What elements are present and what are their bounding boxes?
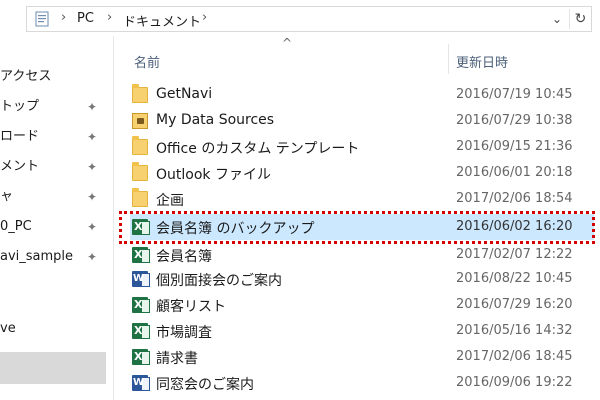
file-row[interactable]: 請求書 2017/02/06 18:45 [130,344,594,370]
pin-icon[interactable]: ✦ [87,95,97,119]
file-date: 2017/02/06 18:54 [456,191,573,206]
excel-file-icon [132,247,150,263]
folder-icon [132,188,148,207]
file-row-selected[interactable]: 会員名簿 のバックアップ 2016/06/02 16:20 [130,214,594,240]
pin-icon[interactable]: ✦ [87,155,97,179]
file-date: 2016/07/29 10:38 [456,113,573,128]
navigation-pane: アクセス トップ ✦ ロード ✦ メント ✦ ャ ✦ 0_PC ✦ avi_sa… [0,36,106,400]
nav-item-label: ャ [0,189,14,204]
pin-icon[interactable]: ✦ [87,215,97,239]
nav-item-desktop[interactable]: トップ ✦ [0,95,106,119]
nav-item-pictures[interactable]: ャ ✦ [0,185,106,209]
breadcrumb-separator-icon[interactable]: › [107,10,112,25]
nav-item-label: ve [0,321,16,336]
breadcrumb-documents[interactable]: ドキュメント [123,11,201,30]
pane-divider[interactable] [113,36,114,400]
column-resize-handle[interactable] [448,44,449,74]
file-row[interactable]: Office のカスタム テンプレート 2016/09/15 21:36 [130,134,594,160]
data-sources-folder-icon [132,113,148,129]
nav-item-label: トップ [0,99,40,114]
address-bar: › PC › ドキュメント › ⌄ ↻ [0,0,600,36]
file-name: 個別面接会のご案内 [156,273,282,289]
file-name: My Data Sources [156,112,275,128]
address-dropdown-icon[interactable]: ⌄ [547,9,567,29]
file-date: 2016/09/15 21:36 [456,139,573,154]
file-name: 同窓会のご案内 [156,377,254,393]
excel-file-icon [132,323,150,339]
file-row[interactable]: 市場調査 2016/05/16 14:32 [130,318,594,344]
file-date: 2016/07/29 16:20 [456,297,573,312]
file-row[interactable]: 顧客リスト 2016/07/29 16:20 [130,292,594,318]
nav-item-pc-folder[interactable]: 0_PC ✦ [0,215,106,239]
breadcrumb-pc[interactable]: PC [77,11,94,26]
folder-icon [132,84,148,103]
breadcrumb-separator-icon[interactable]: › [61,10,66,25]
file-date: 2016/09/06 19:22 [456,375,573,390]
nav-item-label: ロード [0,129,40,144]
nav-item-documents[interactable]: メント ✦ [0,155,106,179]
file-date: 2016/08/22 10:45 [456,271,573,286]
nav-item-label: メント [0,159,40,174]
breadcrumb-separator-icon[interactable]: › [202,10,207,25]
file-date: 2017/02/06 18:45 [456,349,573,364]
file-name: 請求書 [156,351,198,367]
nav-item-label: アクセス [0,69,52,84]
file-date: 2016/05/16 14:32 [456,323,573,338]
sort-ascending-icon[interactable]: ^ [282,36,292,50]
file-row[interactable]: 企画 2017/02/06 18:54 [130,186,594,212]
file-name: 会員名簿 [156,249,212,265]
file-name: 顧客リスト [156,299,226,315]
nav-selection-highlight [0,352,106,384]
file-name: 企画 [156,193,184,209]
refresh-icon[interactable]: ↻ [569,9,591,29]
file-name: Outlook ファイル [156,167,271,183]
column-header-name[interactable]: 名前 [134,52,160,71]
nav-item-label: avi_sample [0,249,74,264]
file-name: Office のカスタム テンプレート [156,141,360,157]
nav-item-navi-sample[interactable]: avi_sample ✦ [0,245,106,269]
file-date: 2016/06/02 16:20 [456,219,573,234]
file-row[interactable]: GetNavi 2016/07/19 10:45 [130,82,594,108]
word-file-icon [132,271,150,287]
pin-icon[interactable]: ✦ [87,245,97,269]
pin-icon[interactable]: ✦ [87,185,97,209]
file-date: 2017/02/07 12:22 [456,247,573,262]
column-header-date-modified[interactable]: 更新日時 [456,52,508,71]
file-date: 2016/07/19 10:45 [456,87,573,102]
nav-item-onedrive[interactable]: ve [0,317,106,341]
address-box[interactable]: › PC › ドキュメント › ⌄ ↻ [26,6,592,32]
file-row[interactable]: 会員名簿 2017/02/07 12:22 [130,242,594,268]
documents-folder-icon [35,11,49,27]
folder-icon [132,162,148,181]
excel-file-icon [132,297,150,313]
file-name: 会員名簿 のバックアップ [156,221,315,237]
nav-item-quick-access[interactable]: アクセス [0,65,106,89]
excel-file-icon [132,349,150,365]
file-row[interactable]: 個別面接会のご案内 2016/08/22 10:45 [130,266,594,292]
nav-item-label: 0_PC [0,219,32,234]
pin-icon[interactable]: ✦ [87,125,97,149]
file-name: GetNavi [156,86,213,102]
file-date: 2016/06/01 20:18 [456,165,573,180]
excel-file-icon [132,219,150,235]
nav-item-downloads[interactable]: ロード ✦ [0,125,106,149]
file-name: 市場調査 [156,325,212,341]
file-row[interactable]: Outlook ファイル 2016/06/01 20:18 [130,160,594,186]
file-row[interactable]: My Data Sources 2016/07/29 10:38 [130,108,594,134]
file-row[interactable]: 同窓会のご案内 2016/09/06 19:22 [130,370,594,396]
word-file-icon [132,375,150,391]
folder-icon [132,136,148,155]
